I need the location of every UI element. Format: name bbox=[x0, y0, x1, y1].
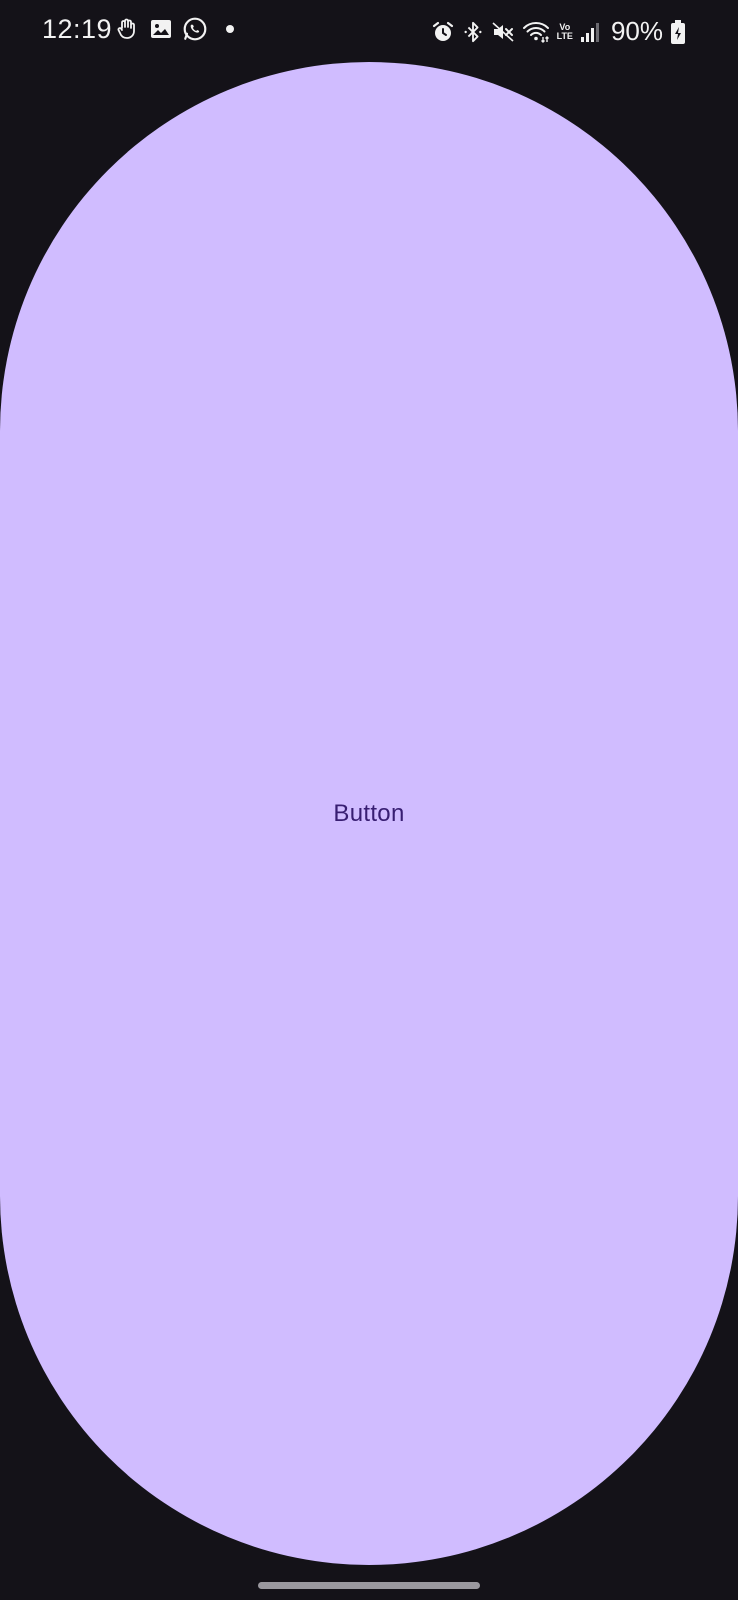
main-button[interactable]: Button bbox=[0, 62, 738, 1565]
image-icon bbox=[148, 16, 174, 42]
volte-label-bottom: LTE bbox=[556, 30, 573, 41]
signal-icon bbox=[580, 19, 602, 45]
status-bar: 12:19 Vo LTE 90% bbox=[0, 0, 738, 62]
battery-percent: 90% bbox=[610, 16, 663, 46]
notification-icons bbox=[114, 16, 234, 42]
hand-icon bbox=[114, 16, 140, 42]
more-notifications-dot bbox=[226, 25, 234, 33]
gesture-nav-handle[interactable] bbox=[258, 1582, 480, 1589]
volte-icon: Vo LTE bbox=[557, 19, 573, 45]
whatsapp-icon bbox=[182, 16, 208, 42]
wifi-icon bbox=[522, 19, 550, 45]
battery-charging-icon bbox=[670, 19, 686, 45]
bluetooth-icon bbox=[462, 19, 484, 45]
main-button-label: Button bbox=[333, 799, 405, 827]
system-icons: Vo LTE 90% bbox=[431, 16, 686, 47]
alarm-icon bbox=[431, 19, 455, 45]
status-time: 12:19 bbox=[42, 14, 113, 44]
mute-icon bbox=[491, 19, 515, 45]
